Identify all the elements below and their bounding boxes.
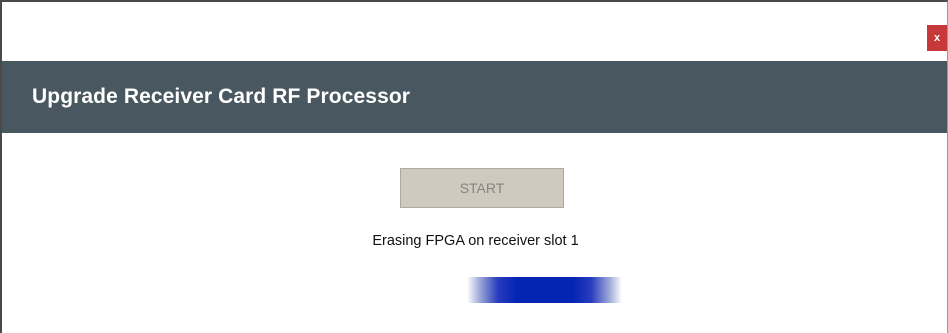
start-button[interactable]: START (400, 168, 564, 208)
progress-indicator (467, 277, 622, 303)
close-button[interactable]: x (927, 25, 947, 51)
dialog-title: Upgrade Receiver Card RF Processor (32, 85, 411, 108)
status-message: Erasing FPGA on receiver slot 1 (372, 233, 579, 249)
dialog-header: Upgrade Receiver Card RF Processor (2, 61, 947, 133)
upgrade-dialog: x Upgrade Receiver Card RF Processor STA… (0, 0, 948, 333)
